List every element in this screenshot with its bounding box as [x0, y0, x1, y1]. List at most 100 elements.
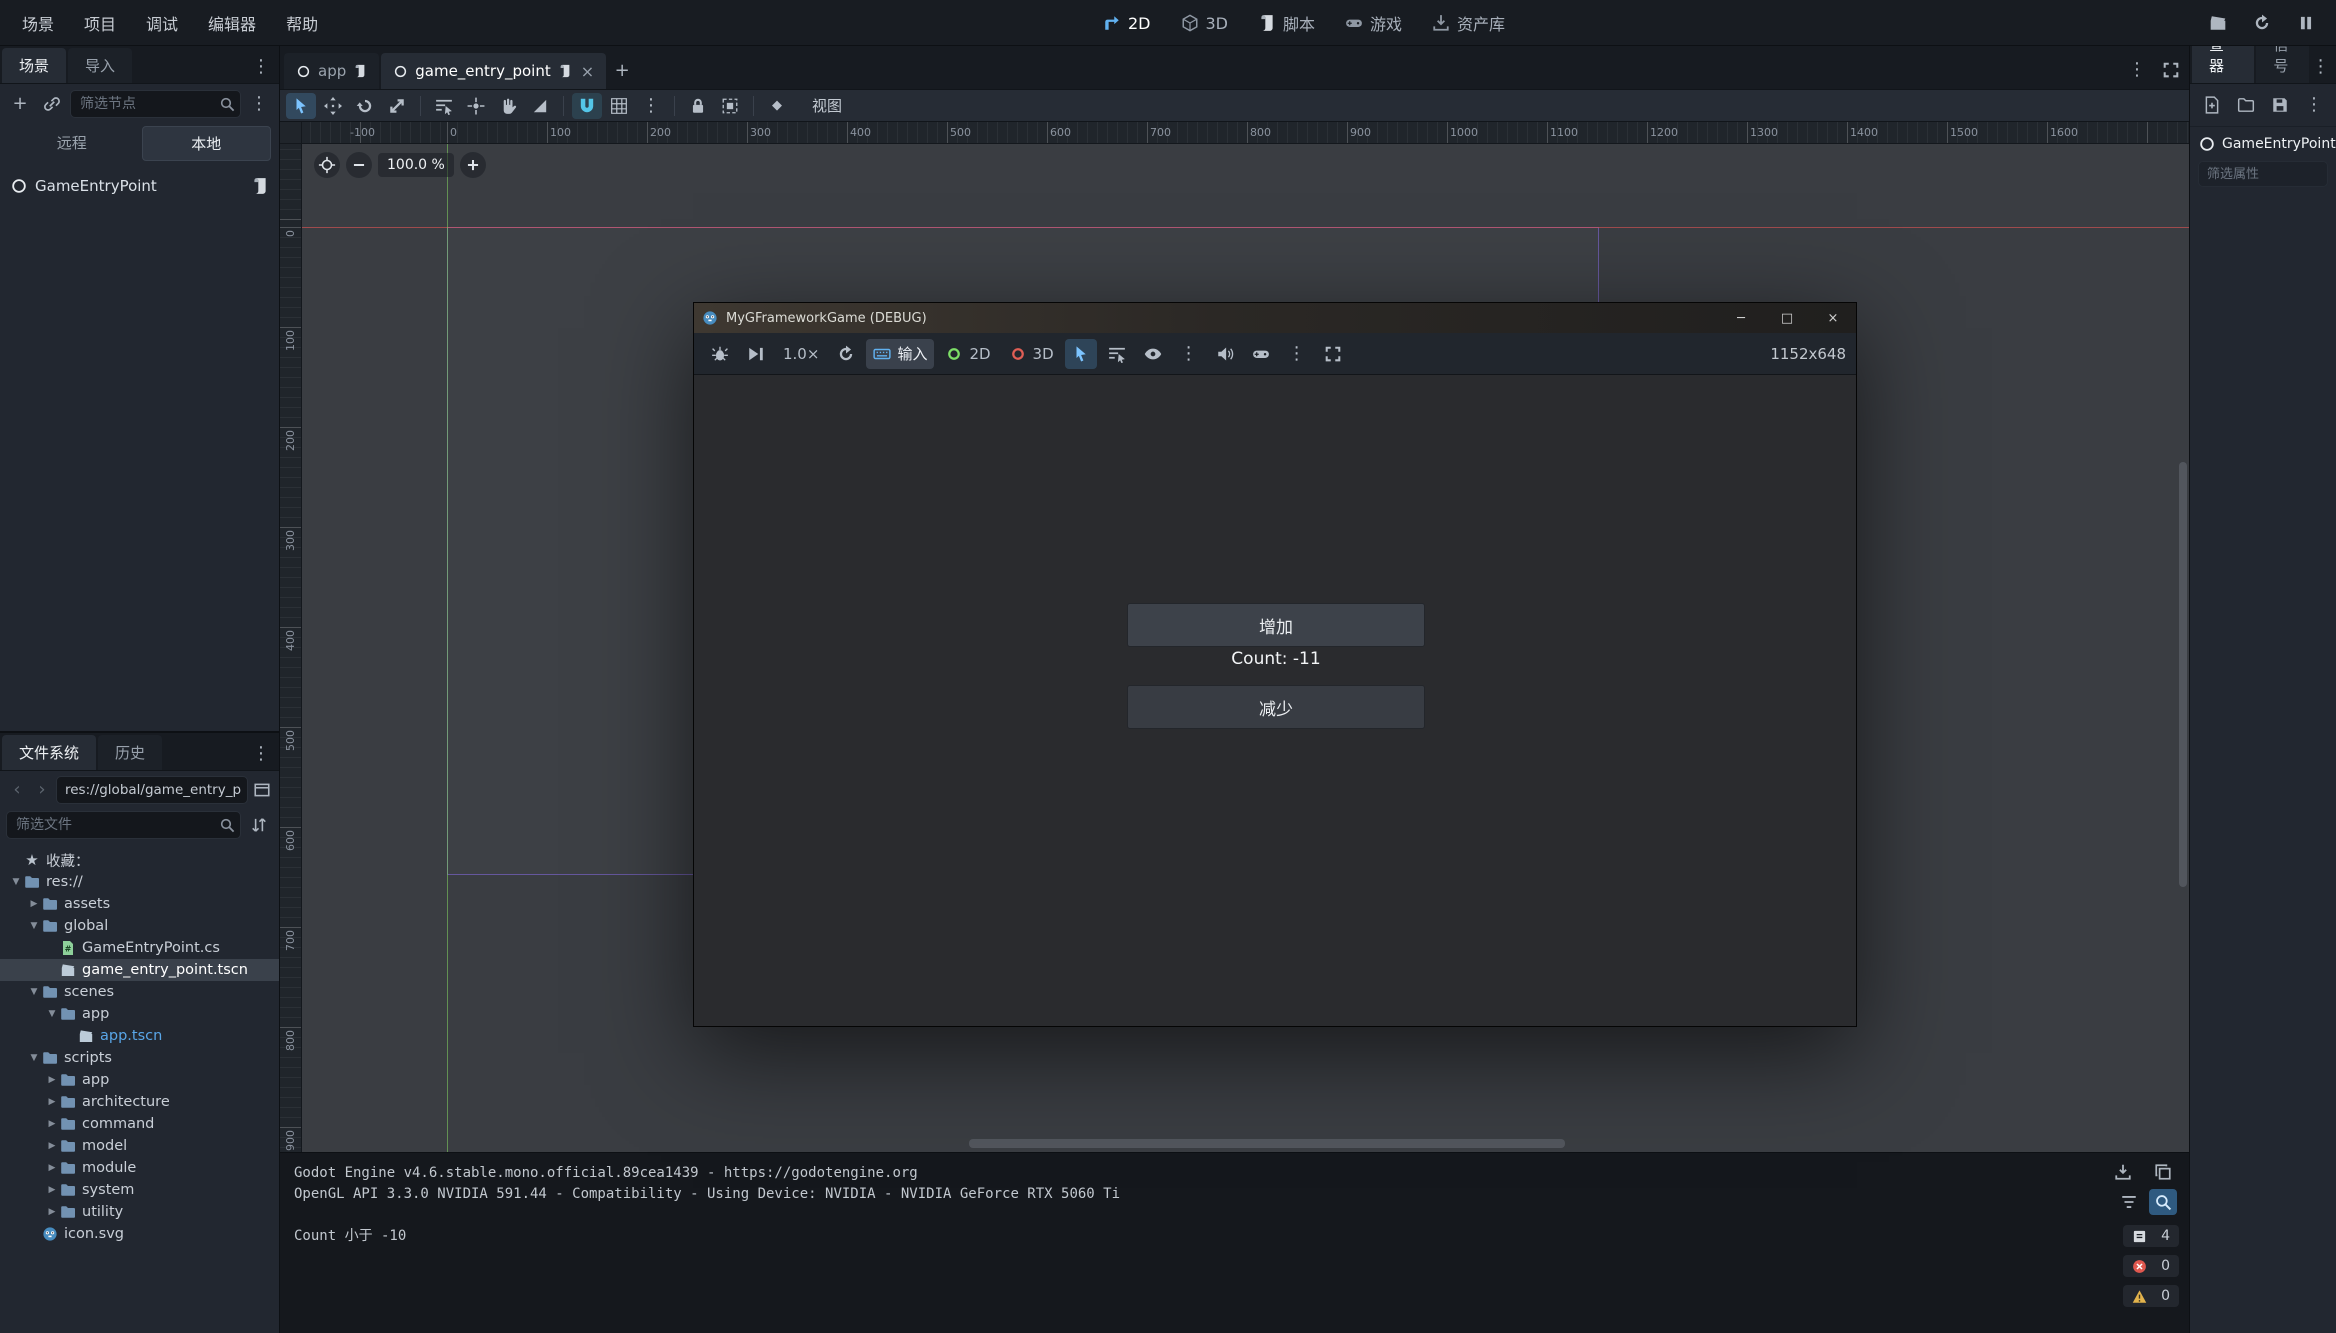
- maximize-button[interactable]: □: [1764, 303, 1810, 333]
- insert-key-button[interactable]: ◆: [762, 93, 792, 119]
- select-options-menu[interactable]: ⋮: [1173, 339, 1205, 369]
- scene-tab-list-button[interactable]: ⋮: [2123, 57, 2151, 83]
- menu-debug[interactable]: 调试: [132, 5, 192, 41]
- tree-arrow-icon[interactable]: ▶: [44, 1185, 60, 1195]
- smart-snap-toggle[interactable]: [572, 93, 602, 119]
- next-frame-button[interactable]: [740, 339, 772, 369]
- speed-dropdown[interactable]: 1.0×: [776, 339, 826, 369]
- fs-item-system[interactable]: ▶system: [0, 1179, 279, 1201]
- group-selected-button[interactable]: [715, 93, 745, 119]
- game-window-titlebar[interactable]: MyGFrameworkGame (DEBUG) ─□×: [694, 303, 1856, 333]
- tree-arrow-icon[interactable]: ▼: [8, 877, 24, 887]
- tree-arrow-icon[interactable]: ▶: [44, 1141, 60, 1151]
- camera-2d-toggle[interactable]: 2D: [938, 339, 997, 369]
- menu-editor[interactable]: 编辑器: [194, 5, 270, 41]
- add-scene-tab-button[interactable]: +: [608, 58, 636, 84]
- fs-item-command[interactable]: ▶command: [0, 1113, 279, 1135]
- joypad-menu[interactable]: [1245, 339, 1277, 369]
- distraction-free-button[interactable]: [2157, 57, 2185, 83]
- increase-button[interactable]: 增加: [1127, 603, 1425, 647]
- rotate-tool[interactable]: [350, 93, 380, 119]
- scene-tree-menu-button[interactable]: ⋮: [245, 91, 273, 117]
- remote-button[interactable]: 远程: [8, 126, 136, 161]
- fs-item-scenes[interactable]: ▼scenes: [0, 981, 279, 1003]
- zoom-out-button[interactable]: [346, 152, 372, 178]
- fs-item-module[interactable]: ▶module: [0, 1157, 279, 1179]
- fs-item-utility[interactable]: ▶utility: [0, 1201, 279, 1223]
- load-resource-button[interactable]: [2234, 92, 2258, 118]
- fs-path-field[interactable]: res://global/game_entry_p: [56, 776, 248, 804]
- fs-sort-button[interactable]: [245, 812, 273, 838]
- session-debug-menu[interactable]: [704, 339, 736, 369]
- fs-item-assets[interactable]: ▶assets: [0, 893, 279, 915]
- workspace-script[interactable]: 脚本: [1247, 6, 1326, 40]
- center-view-button[interactable]: [314, 152, 340, 178]
- close-button[interactable]: ×: [1810, 303, 1856, 333]
- menu-help[interactable]: 帮助: [272, 5, 332, 41]
- tree-arrow-icon[interactable]: ▶: [44, 1075, 60, 1085]
- minimize-button[interactable]: ─: [1718, 303, 1764, 333]
- filter-messages-button[interactable]: [2115, 1189, 2143, 1215]
- workspace-assetlib[interactable]: 资产库: [1421, 6, 1516, 40]
- fs-item-app-tscn[interactable]: app.tscn: [0, 1025, 279, 1047]
- mute-audio-button[interactable]: [1209, 339, 1241, 369]
- search-output-button[interactable]: [2149, 1189, 2177, 1215]
- save-resource-button[interactable]: [2268, 92, 2292, 118]
- fs-item-scenes-app[interactable]: ▼app: [0, 1003, 279, 1025]
- ruler-tool[interactable]: [525, 93, 555, 119]
- errors-count[interactable]: 0: [2123, 1255, 2179, 1277]
- visibility-menu[interactable]: [1137, 339, 1169, 369]
- camera-3d-toggle[interactable]: 3D: [1002, 339, 1061, 369]
- view-menu-button[interactable]: 视图: [802, 91, 852, 120]
- fs-item-game-entry-point-tscn[interactable]: game_entry_point.tscn: [0, 959, 279, 981]
- embed-options-button[interactable]: [1317, 339, 1349, 369]
- fs-item-icon-svg[interactable]: icon.svg: [0, 1223, 279, 1245]
- fs-item-scripts[interactable]: ▼scripts: [0, 1047, 279, 1069]
- workspace-2d[interactable]: 2D: [1092, 9, 1162, 38]
- filter-files-input[interactable]: [6, 811, 241, 839]
- attached-script-icon[interactable]: [251, 177, 269, 195]
- menu-project[interactable]: 项目: [70, 5, 130, 41]
- fs-item-global[interactable]: ▼global: [0, 915, 279, 937]
- tree-arrow-icon[interactable]: ▼: [26, 1053, 42, 1063]
- filter-properties-input[interactable]: [2198, 161, 2328, 187]
- fs-item-architecture[interactable]: ▶architecture: [0, 1091, 279, 1113]
- inspector-extra-menu-button[interactable]: ⋮: [2302, 92, 2326, 118]
- viewport-vertical-scrollbar[interactable]: [2179, 462, 2187, 887]
- fs-back-button[interactable]: ‹: [6, 777, 28, 803]
- tree-arrow-icon[interactable]: ▼: [26, 987, 42, 997]
- viewport-horizontal-scrollbar[interactable]: [969, 1139, 1565, 1148]
- fs-item-model[interactable]: ▶model: [0, 1135, 279, 1157]
- copy-output-button[interactable]: [2149, 1159, 2177, 1185]
- messages-count[interactable]: 4: [2123, 1225, 2179, 1247]
- save-output-button[interactable]: [2109, 1159, 2137, 1185]
- grid-snap-toggle[interactable]: [604, 93, 634, 119]
- tree-arrow-icon[interactable]: ▼: [44, 1009, 60, 1019]
- ruler-corner[interactable]: [280, 122, 302, 144]
- tab-import[interactable]: 导入: [68, 48, 132, 83]
- fs-item-scripts-app[interactable]: ▶app: [0, 1069, 279, 1091]
- tab-filesystem[interactable]: 文件系统: [2, 735, 96, 770]
- scene-tab-app[interactable]: app: [284, 53, 379, 89]
- tree-arrow-icon[interactable]: ▼: [26, 921, 42, 931]
- menu-scene[interactable]: 场景: [8, 5, 68, 41]
- scale-tool[interactable]: [382, 93, 412, 119]
- fs-item-game-entry-point-cs[interactable]: #GameEntryPoint.cs: [0, 937, 279, 959]
- add-node-button[interactable]: +: [6, 91, 34, 117]
- scene-dock-menu-button[interactable]: ⋮: [247, 54, 275, 80]
- new-resource-button[interactable]: [2200, 92, 2224, 118]
- game-select-mode[interactable]: [1065, 339, 1097, 369]
- close-tab-icon[interactable]: ×: [581, 62, 594, 81]
- lock-selected-button[interactable]: [683, 93, 713, 119]
- decrease-button[interactable]: 减少: [1127, 685, 1425, 729]
- input-toggle[interactable]: 输入: [866, 339, 934, 369]
- pan-tool[interactable]: [493, 93, 523, 119]
- tree-arrow-icon[interactable]: ▶: [44, 1163, 60, 1173]
- update-spinner-button[interactable]: [2248, 10, 2276, 36]
- tree-arrow-icon[interactable]: ▶: [44, 1207, 60, 1217]
- move-tool[interactable]: [318, 93, 348, 119]
- workspace-game[interactable]: 游戏: [1334, 6, 1413, 40]
- scene-tab-game-entry-point[interactable]: game_entry_point×: [381, 53, 606, 89]
- list-select-tool[interactable]: [429, 93, 459, 119]
- snap-options-button[interactable]: ⋮: [636, 93, 666, 119]
